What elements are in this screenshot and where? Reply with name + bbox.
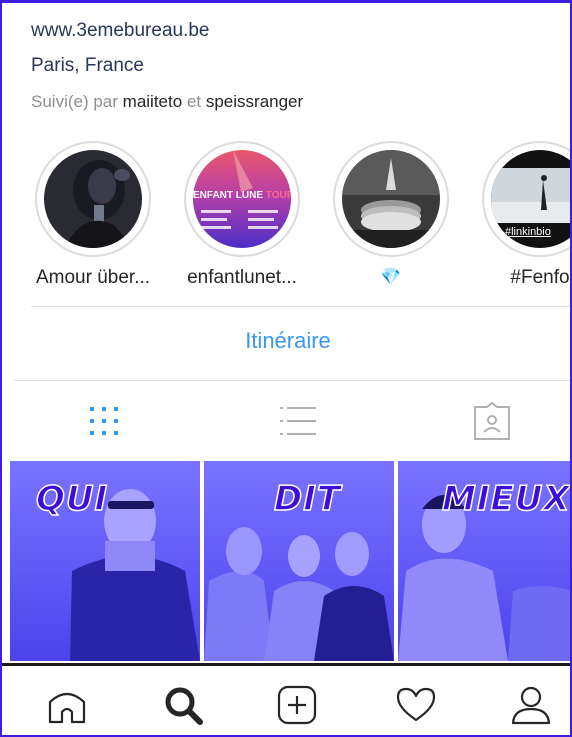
highlight-ring [35,141,151,257]
highlight-ring: ENFANT LUNE TOUR [184,141,300,257]
followed-user-2[interactable]: speissranger [206,92,303,111]
highlight-cover [342,150,440,248]
highlight-ring [333,141,449,257]
divider [31,306,570,307]
post-word: MIEUX [441,478,571,520]
divider [14,380,570,381]
home-icon[interactable] [46,684,88,726]
highlight-cover [44,150,142,248]
highlight-label: Amour über... [35,267,151,288]
directions-button[interactable]: Itinéraire [2,328,570,354]
search-icon[interactable] [162,684,204,726]
list-icon[interactable] [278,401,318,441]
post-word: DIT [273,478,342,520]
highlight-label: 💎 [380,267,402,286]
highlight-label: #Fenfo [510,267,570,288]
post-tile-2[interactable]: DIT [204,461,394,661]
highlight-cover: #linkinbio [491,150,570,248]
post-grid: QUI DIT MIEUX [10,461,571,661]
profile-bio: www.3emebureau.be Paris, France [31,13,210,83]
highlight-cover: ENFANT LUNE TOUR [193,150,291,248]
followed-conj: et [186,92,202,111]
highlight-label: enfantlunet... [187,267,297,288]
bottom-nav [2,663,570,735]
followed-prefix: Suivi(e) par [31,92,118,111]
post-word: QUI [35,478,109,520]
followed-by[interactable]: Suivi(e) par maiiteto et speissranger [31,92,303,112]
tagged-icon[interactable] [472,401,512,441]
heart-icon[interactable] [395,684,437,726]
highlight-fenfo[interactable]: #linkinbio #Fenfo [465,141,570,289]
highlight-ring: #linkinbio [482,141,570,257]
post-tile-3[interactable]: MIEUX [398,461,571,661]
highlight-amour[interactable]: Amour über... [18,141,168,289]
app-frame: www.3emebureau.be Paris, France Suivi(e)… [0,0,572,737]
enfant-lune-text: ENFANT LUNE [193,190,263,201]
profile-icon[interactable] [510,684,552,726]
highlight-diamond[interactable]: 💎 [316,141,466,287]
profile-view-tabs [2,383,570,461]
followed-user-1[interactable]: maiiteto [123,92,183,111]
location-link[interactable]: Paris, France [31,48,210,83]
tour-text: TOUR [265,190,291,201]
linkinbio-text: #linkinbio [505,226,551,238]
story-highlights: Amour über... ENFANT LUNE TOU enfantlune… [2,141,570,301]
grid-icon[interactable] [84,401,124,441]
highlight-enfantlune[interactable]: ENFANT LUNE TOUR enfantlunet... [167,141,317,289]
post-tile-1[interactable]: QUI [10,461,200,661]
add-post-icon[interactable] [276,684,318,726]
website-link[interactable]: www.3emebureau.be [31,13,210,48]
